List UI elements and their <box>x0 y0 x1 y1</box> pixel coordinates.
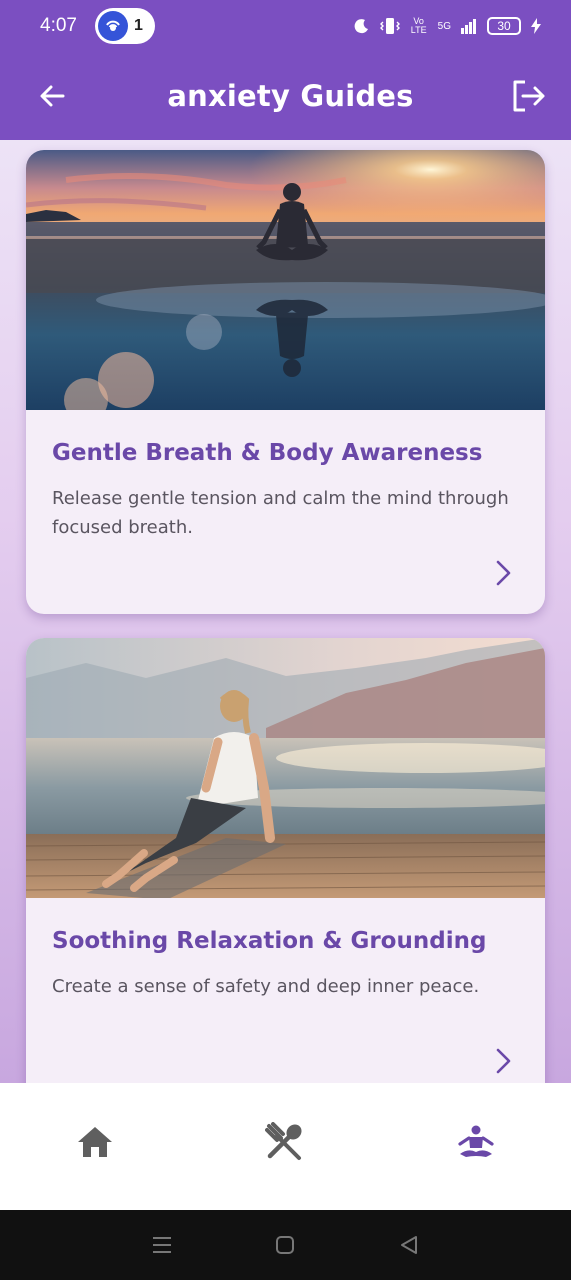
guides-list[interactable]: Gentle Breath & Body Awareness Release g… <box>0 140 571 1083</box>
volte-label: Vo LTE <box>410 16 427 35</box>
nav-item-nutrition[interactable] <box>255 1112 315 1172</box>
guide-title: Soothing Relaxation & Grounding <box>52 928 487 954</box>
logout-button[interactable] <box>507 74 551 118</box>
moon-icon <box>354 19 368 34</box>
battery-indicator: 30 <box>487 17 521 35</box>
guide-image-yoga <box>26 638 545 898</box>
guide-title: Gentle Breath & Body Awareness <box>52 440 483 466</box>
back-button[interactable] <box>30 74 74 118</box>
recent-apps-icon[interactable] <box>151 1235 173 1255</box>
guide-card-body: Soothing Relaxation & Grounding Create a… <box>26 898 545 1083</box>
fork-spoon-icon <box>265 1121 303 1160</box>
guide-card[interactable]: Gentle Breath & Body Awareness Release g… <box>26 150 545 614</box>
guide-description: Create a sense of safety and deep inner … <box>52 976 480 997</box>
hotspot-icon <box>97 11 128 41</box>
app-bar: anxiety Guides <box>0 52 571 140</box>
notification-count: 1 <box>133 17 143 34</box>
meditation-icon <box>458 1125 494 1157</box>
status-left: 4:07 1 <box>40 8 155 44</box>
back-triangle-icon[interactable] <box>398 1234 420 1256</box>
logout-icon <box>513 80 545 112</box>
status-bar: 4:07 1 Vo LTE 5G 30 <box>0 0 571 52</box>
page-title: anxiety Guides <box>167 79 414 113</box>
guide-description: Release gentle tension and calm the mind… <box>52 488 509 538</box>
guide-image-meditation <box>26 150 545 410</box>
nav-item-home[interactable] <box>65 1112 125 1172</box>
network-label: 5G <box>437 20 451 32</box>
charging-icon <box>531 18 541 34</box>
guide-card-body: Gentle Breath & Body Awareness Release g… <box>26 410 545 614</box>
system-nav-bar <box>0 1210 571 1280</box>
arrow-left-icon <box>40 85 65 107</box>
guide-card[interactable]: Soothing Relaxation & Grounding Create a… <box>26 638 545 1083</box>
home-icon <box>78 1126 113 1157</box>
notification-pill[interactable]: 1 <box>94 8 155 44</box>
vibrate-icon <box>379 18 400 34</box>
status-time: 4:07 <box>40 15 77 36</box>
bottom-nav <box>0 1083 571 1210</box>
home-button-icon[interactable] <box>274 1234 296 1256</box>
chevron-right-icon[interactable] <box>493 558 515 588</box>
status-right: Vo LTE 5G 30 <box>354 17 541 35</box>
signal-icon <box>461 19 476 34</box>
nav-item-meditation[interactable] <box>446 1112 506 1172</box>
chevron-right-icon[interactable] <box>493 1046 515 1076</box>
